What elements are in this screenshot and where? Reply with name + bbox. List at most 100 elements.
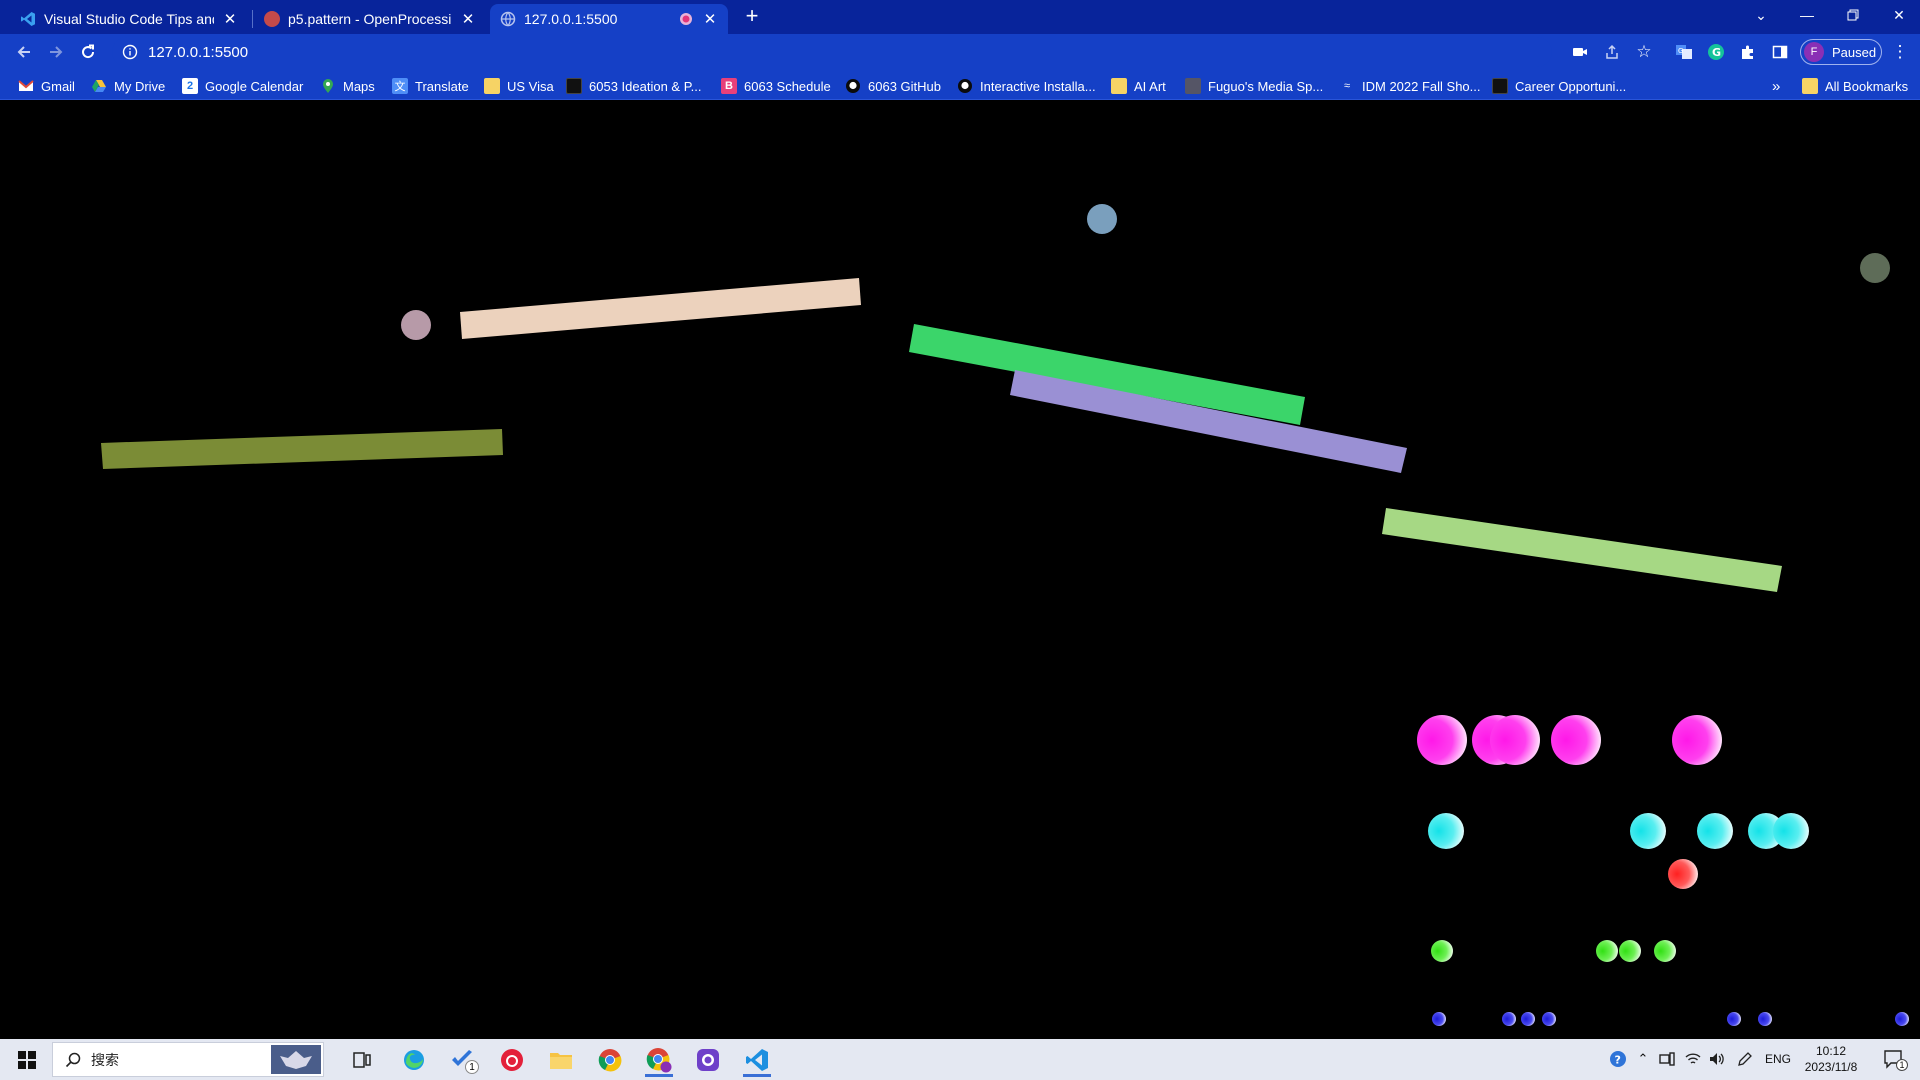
tab-vscode-tips[interactable]: Visual Studio Code Tips and T ✕ (10, 4, 248, 34)
ball-green (1431, 940, 1453, 962)
drive-icon (91, 78, 107, 94)
pen-icon[interactable] (1734, 1049, 1756, 1069)
globe-icon (500, 11, 516, 27)
clock-date: 2023/11/8 (1804, 1060, 1858, 1074)
close-tab-icon[interactable]: ✕ (222, 11, 238, 28)
ball-blue (1432, 1012, 1446, 1026)
bookmark-google-calendar[interactable]: 2 Google Calendar (182, 76, 303, 96)
cube-icon (1185, 78, 1201, 94)
bookmark-idm-2022[interactable]: ≈ IDM 2022 Fall Sho... (1339, 76, 1481, 96)
floating-dot-mauve (401, 310, 431, 340)
ball-blue (1502, 1012, 1516, 1026)
device-icon[interactable] (1656, 1049, 1678, 1069)
notification-icon[interactable]: 1 (1880, 1049, 1908, 1071)
all-bookmarks-button[interactable]: All Bookmarks (1802, 76, 1908, 96)
close-tab-icon[interactable]: ✕ (702, 11, 718, 28)
help-icon[interactable]: ? (1606, 1049, 1630, 1069)
todo-icon[interactable]: 1 (445, 1043, 481, 1077)
ball-magenta (1417, 715, 1467, 765)
widget-thumbnail[interactable] (271, 1045, 321, 1074)
address-bar[interactable]: 127.0.0.1:5500 (112, 37, 1552, 67)
close-window-icon[interactable]: ✕ (1876, 0, 1920, 30)
schedule-icon: B (721, 78, 737, 94)
edge-icon[interactable] (396, 1043, 432, 1077)
close-tab-icon[interactable]: ✕ (460, 11, 476, 28)
tab-search-icon[interactable]: ⌄ (1738, 0, 1784, 30)
vscode-icon[interactable] (739, 1043, 775, 1077)
ball-magenta (1672, 715, 1722, 765)
github-desktop-icon[interactable] (690, 1043, 726, 1077)
floating-dot-gray-green (1860, 253, 1890, 283)
taskbar-search-box[interactable]: 搜索 (52, 1042, 324, 1077)
bookmark-us-visa[interactable]: US Visa (484, 76, 554, 96)
folder-icon (484, 78, 500, 94)
tab-divider (252, 10, 253, 28)
bookmark-star-icon[interactable]: ☆ (1632, 40, 1656, 64)
ball-magenta (1551, 715, 1601, 765)
more-bookmarks-button[interactable]: » (1772, 76, 1780, 96)
bookmarks-bar: Gmail My Drive 2 Google Calendar Maps 文 … (0, 70, 1920, 100)
url-text: 127.0.0.1:5500 (148, 43, 249, 61)
netease-music-icon[interactable] (494, 1043, 530, 1077)
site-info-icon[interactable] (118, 40, 142, 64)
restore-icon[interactable] (1830, 0, 1876, 30)
windows-start-icon[interactable] (8, 1045, 46, 1075)
svg-text:?: ? (1615, 1054, 1621, 1067)
volume-icon[interactable] (1706, 1049, 1728, 1069)
ball-blue (1727, 1012, 1741, 1026)
windows-taskbar: 搜索 1 ? ⌃ ENG 10:12 2023/11/8 1 (0, 1039, 1920, 1080)
bookmark-gmail[interactable]: Gmail (18, 76, 75, 96)
p5-sketch-canvas[interactable] (0, 101, 1920, 1039)
task-view-icon[interactable] (344, 1043, 380, 1077)
chrome-profile-icon[interactable] (641, 1043, 677, 1077)
forward-icon[interactable] (44, 40, 68, 64)
tab-title: Visual Studio Code Tips and T (44, 11, 214, 27)
browser-toolbar: 127.0.0.1:5500 ☆ G G F Paused ⋮ (0, 34, 1920, 70)
share-icon[interactable] (1600, 40, 1624, 64)
new-tab-button[interactable]: + (740, 5, 764, 29)
bar-light-green (1382, 508, 1782, 592)
side-panel-icon[interactable] (1768, 40, 1792, 64)
sketch-svg (101, 204, 1909, 1026)
gmail-icon (18, 78, 34, 94)
wifi-icon[interactable] (1682, 1049, 1704, 1069)
ball-blue (1895, 1012, 1909, 1026)
tab-localhost[interactable]: 127.0.0.1:5500 ✕ (490, 4, 728, 34)
profile-status: Paused (1832, 44, 1877, 60)
chrome-icon[interactable] (592, 1043, 628, 1077)
bookmark-fuguo-media-space[interactable]: Fuguo's Media Sp... (1185, 76, 1323, 96)
bookmark-6063-schedule[interactable]: B 6063 Schedule (721, 76, 831, 96)
system-clock[interactable]: 10:12 2023/11/8 (1800, 1043, 1862, 1075)
avatar: F (1804, 42, 1824, 62)
extensions-icon[interactable] (1736, 40, 1760, 64)
bookmark-ai-art[interactable]: AI Art (1111, 76, 1166, 96)
bookmark-career-opportunities[interactable]: Career Opportuni... (1492, 76, 1626, 96)
input-language[interactable]: ENG (1762, 1049, 1794, 1069)
github-icon (845, 78, 861, 94)
bookmark-my-drive[interactable]: My Drive (91, 76, 165, 96)
translate-icon[interactable]: G (1672, 40, 1696, 64)
bookmark-translate[interactable]: 文 Translate (392, 76, 469, 96)
grammarly-icon[interactable]: G (1704, 40, 1728, 64)
profile-button[interactable]: F Paused (1800, 39, 1882, 65)
ball-cyan (1428, 813, 1464, 849)
tab-openprocessing[interactable]: p5.pattern - OpenProcessing ✕ (254, 4, 486, 34)
back-icon[interactable] (12, 40, 36, 64)
bookmark-6053-ideation[interactable]: 6053 Ideation & P... (566, 76, 702, 96)
ball-red (1668, 859, 1698, 889)
clock-time: 10:12 (1815, 1044, 1847, 1058)
reload-icon[interactable] (76, 40, 100, 64)
file-explorer-icon[interactable] (543, 1043, 579, 1077)
minimize-icon[interactable]: — (1784, 0, 1830, 30)
bookmark-6063-github[interactable]: 6063 GitHub (845, 76, 941, 96)
ball-blue (1542, 1012, 1556, 1026)
bookmark-maps[interactable]: Maps (320, 76, 375, 96)
search-placeholder: 搜索 (91, 1051, 119, 1068)
bar-olive (101, 429, 503, 469)
show-hidden-icons-icon[interactable]: ⌃ (1634, 1049, 1652, 1069)
ball-cyan (1630, 813, 1666, 849)
menu-kebab-icon[interactable]: ⋮ (1888, 40, 1912, 64)
todo-badge: 1 (465, 1060, 479, 1074)
bookmark-interactive-installation[interactable]: Interactive Installa... (957, 76, 1096, 96)
camera-icon[interactable] (1568, 40, 1592, 64)
